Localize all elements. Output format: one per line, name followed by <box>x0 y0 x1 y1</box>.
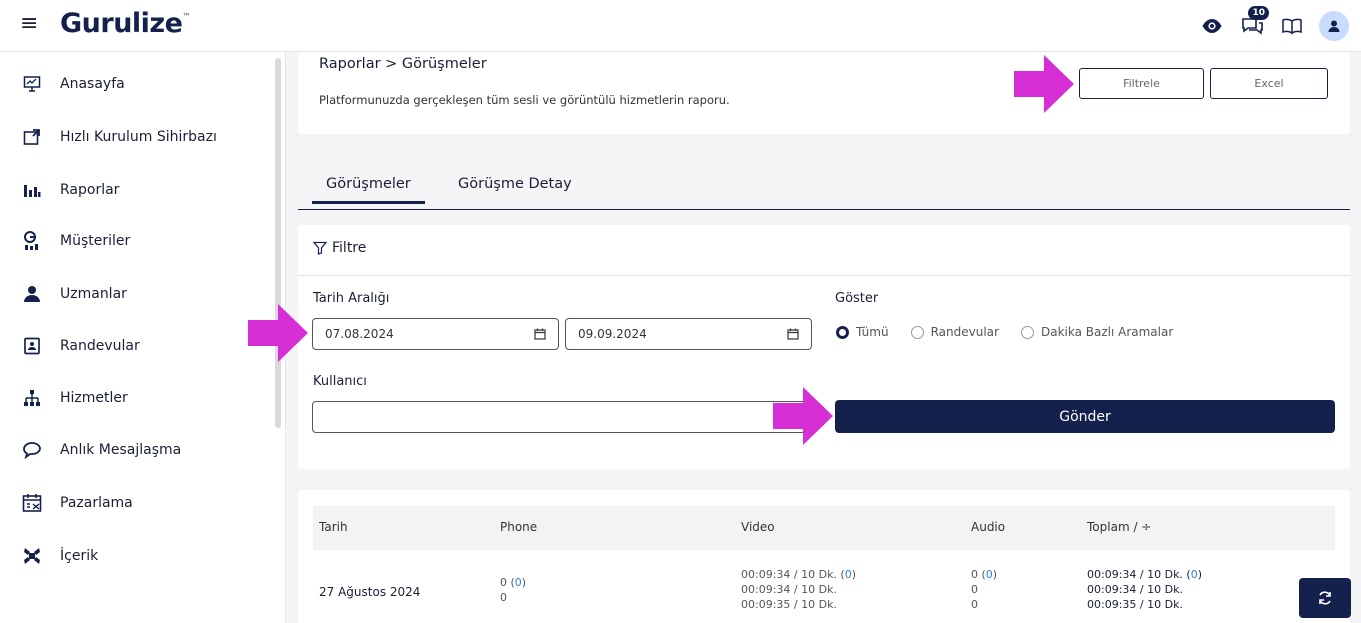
column-header-video[interactable]: Video <box>741 520 775 534</box>
header-actions: 10 <box>1199 6 1349 44</box>
table-cell-date: 27 Ağustos 2024 <box>319 585 421 599</box>
radio-randevular[interactable]: Randevular <box>910 325 999 339</box>
tab-gorusmeler[interactable]: Görüşmeler <box>312 176 425 204</box>
radio-button[interactable] <box>1020 325 1034 339</box>
marketing-icon <box>22 493 42 513</box>
excel-button[interactable]: Excel <box>1210 68 1328 99</box>
radio-button[interactable] <box>910 325 924 339</box>
submit-button[interactable]: Gönder <box>835 400 1335 433</box>
sidebar-item-hizmetler[interactable]: Hizmetler <box>22 383 262 413</box>
annotation-arrow-filter <box>1014 55 1074 113</box>
column-header-toplam[interactable]: Toplam / ÷ <box>1087 520 1151 534</box>
calendar-icon[interactable] <box>787 328 799 340</box>
top-bar: ≡ Gurulize™ 10 <box>0 0 1361 52</box>
bar-chart-icon <box>22 180 42 200</box>
show-label: Göster <box>835 291 879 306</box>
tab-gorusme-detay[interactable]: Görüşme Detay <box>458 176 572 192</box>
services-icon <box>22 388 42 408</box>
book-icon[interactable] <box>1279 13 1305 39</box>
eye-icon[interactable] <box>1199 13 1225 39</box>
radio-tumu[interactable]: Tümü <box>836 325 889 339</box>
radio-dakika-bazli[interactable]: Dakika Bazlı Aramalar <box>1020 325 1173 339</box>
sidebar-item-hizli-kurulum[interactable]: Hızlı Kurulum Sihirbazı <box>22 122 262 152</box>
logo[interactable]: Gurulize™ <box>60 8 190 39</box>
filter-icon <box>313 241 327 255</box>
sidebar-item-randevular[interactable]: Randevular <box>22 331 262 361</box>
annotation-arrow-date <box>248 304 308 362</box>
filter-button[interactable]: Filtrele <box>1079 68 1204 99</box>
messages-icon[interactable]: 10 <box>1239 6 1269 39</box>
sidebar-item-anlik-mesajlasma[interactable]: Anlık Mesajlaşma <box>22 435 262 465</box>
sidebar-scrollbar[interactable] <box>275 58 281 428</box>
filter-divider <box>298 275 1350 276</box>
table-cell-audio: 0 (0) 0 0 <box>971 568 998 611</box>
column-header-audio[interactable]: Audio <box>971 520 1005 534</box>
table-cell-total: 00:09:34 / 10 Dk. (0) 00:09:34 / 10 Dk. … <box>1087 568 1203 611</box>
end-date-input[interactable]: 09.09.2024 <box>565 318 812 350</box>
notification-badge: 10 <box>1248 6 1269 20</box>
appointment-icon <box>22 336 42 356</box>
filter-header: Filtre <box>313 240 366 256</box>
refresh-icon <box>1319 591 1331 605</box>
table-cell-video: 00:09:34 / 10 Dk. (0) 00:09:34 / 10 Dk. … <box>741 568 857 611</box>
calendar-icon[interactable] <box>534 328 546 340</box>
column-header-tarih[interactable]: Tarih <box>319 520 348 534</box>
annotation-arrow-submit <box>773 387 833 445</box>
start-date-input[interactable]: 07.08.2024 <box>312 318 559 350</box>
sidebar-item-pazarlama[interactable]: Pazarlama <box>22 488 262 518</box>
show-radio-group: Tümü Randevular Dakika Bazlı Aramalar <box>836 325 1187 339</box>
customers-icon <box>22 231 42 251</box>
dashboard-icon <box>22 74 42 94</box>
sidebar-item-uzmanlar[interactable]: Uzmanlar <box>22 279 262 309</box>
setup-wizard-icon <box>22 127 42 147</box>
radio-button-checked[interactable] <box>836 325 849 339</box>
breadcrumb: Raporlar > Görüşmeler <box>319 56 487 72</box>
refresh-button[interactable] <box>1299 578 1351 618</box>
sidebar-item-icerik[interactable]: İçerik <box>22 541 262 571</box>
date-range-label: Tarih Aralığı <box>313 291 390 306</box>
column-header-phone[interactable]: Phone <box>500 520 537 534</box>
sidebar-item-anasayfa[interactable]: Anasayfa <box>22 69 262 99</box>
user-input[interactable] <box>312 401 806 433</box>
chat-icon <box>22 440 42 460</box>
user-label: Kullanıcı <box>313 374 367 389</box>
table-header <box>313 506 1335 550</box>
sidebar-item-musteriler[interactable]: Müşteriler <box>22 226 262 256</box>
page-subtitle: Platformunuzda gerçekleşen tüm sesli ve … <box>319 93 730 107</box>
user-avatar[interactable] <box>1319 11 1349 41</box>
content-icon <box>22 546 42 566</box>
table-cell-phone: 0 (0) 0 <box>500 576 527 604</box>
menu-icon[interactable]: ≡ <box>20 13 42 35</box>
sidebar-item-raporlar[interactable]: Raporlar <box>22 175 262 205</box>
tab-bar: Görüşmeler Görüşme Detay <box>298 170 1350 210</box>
expert-icon <box>22 284 42 304</box>
